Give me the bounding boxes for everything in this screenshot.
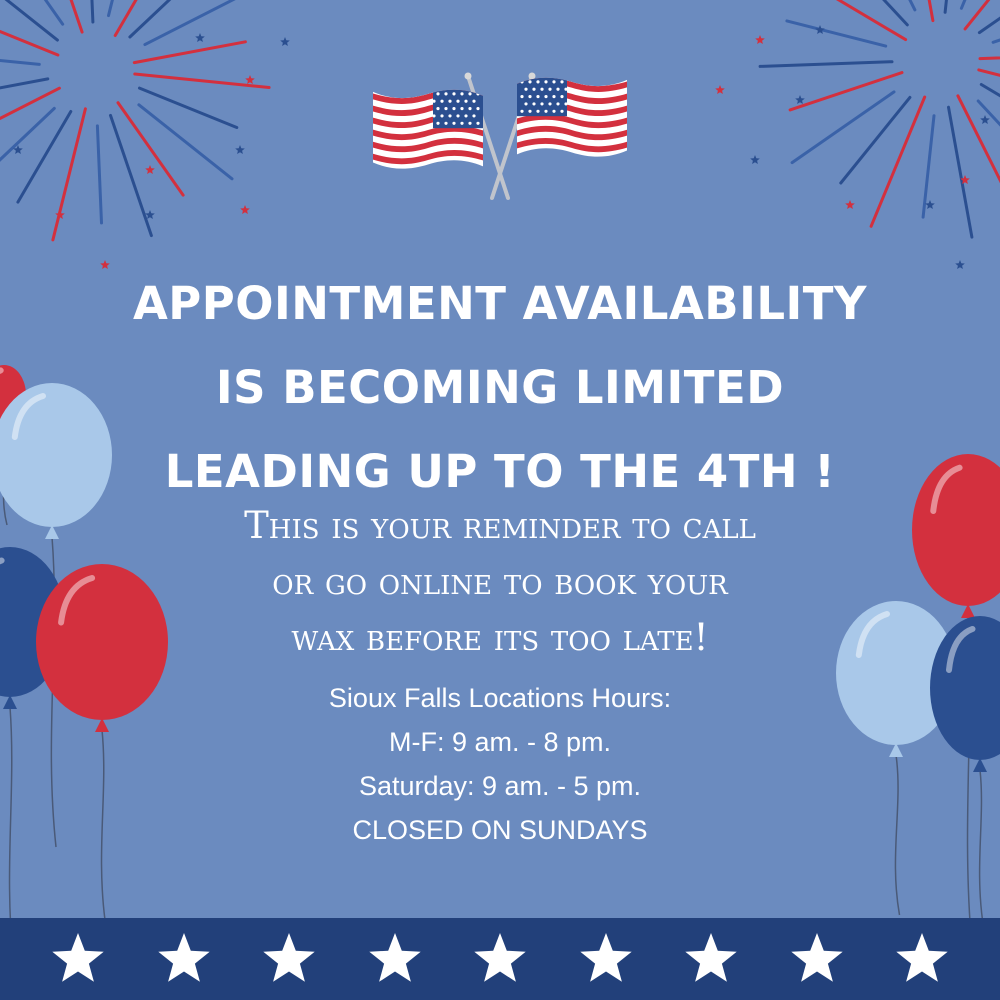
headline-line-2: IS BECOMING LIMITED (215, 361, 785, 414)
hours-sunday: CLOSED ON SUNDAYS (352, 815, 648, 845)
star-icon (52, 933, 104, 982)
star-icon (685, 933, 737, 982)
star-icon (579, 933, 632, 982)
star-icon (157, 933, 210, 982)
headline-line-1: APPOINTMENT AVAILABILITY (132, 277, 868, 330)
hours-title: Sioux Falls Locations Hours: (328, 683, 672, 713)
star-icon (263, 933, 315, 982)
reminder-text: This is your reminder to call or go onli… (0, 498, 1000, 666)
reminder-line-2: or go online to book your (272, 560, 728, 603)
star-icon (368, 933, 421, 982)
reminder-line-3: wax before its too late! (291, 616, 709, 659)
headline: APPOINTMENT AVAILABILITY IS BECOMING LIM… (0, 262, 1000, 514)
hours-weekday: M-F: 9 am. - 8 pm. (388, 727, 612, 757)
footer-star-bar (0, 918, 1000, 1000)
star-icon (474, 933, 526, 982)
poster: APPOINTMENT AVAILABILITY IS BECOMING LIM… (0, 0, 1000, 1000)
location-hours: Sioux Falls Locations Hours: M-F: 9 am. … (0, 676, 1000, 852)
star-icon (790, 933, 843, 982)
reminder-line-1: This is your reminder to call (244, 504, 756, 547)
star-icon (896, 933, 948, 982)
hours-saturday: Saturday: 9 am. - 5 pm. (358, 771, 642, 801)
